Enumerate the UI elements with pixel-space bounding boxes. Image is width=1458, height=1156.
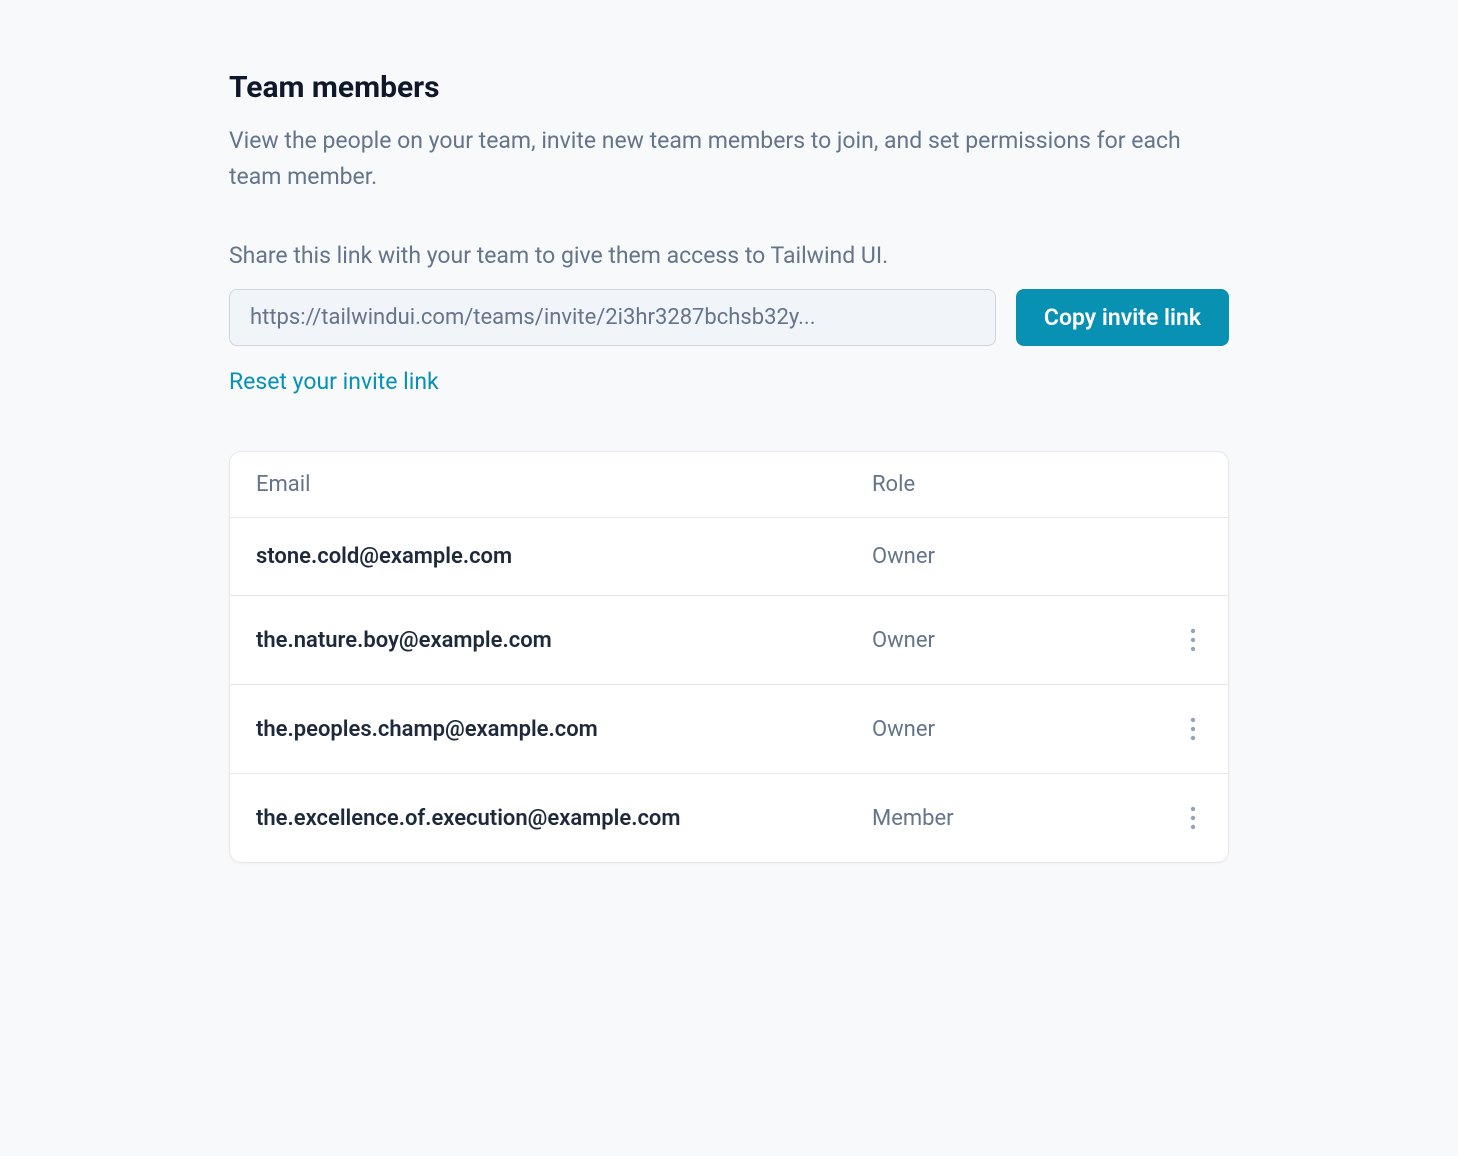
member-actions bbox=[1152, 622, 1202, 658]
invite-row: Copy invite link bbox=[229, 289, 1229, 346]
column-header-email: Email bbox=[256, 472, 872, 497]
row-actions-button[interactable] bbox=[1184, 711, 1202, 747]
page-title: Team members bbox=[229, 70, 1229, 105]
dots-vertical-icon bbox=[1190, 806, 1196, 830]
share-label: Share this link with your team to give t… bbox=[229, 242, 1229, 269]
column-header-role: Role bbox=[872, 472, 1152, 497]
member-email: stone.cold@example.com bbox=[256, 544, 872, 569]
table-row: stone.cold@example.comOwner bbox=[230, 518, 1228, 596]
member-role: Member bbox=[872, 806, 1152, 831]
table-row: the.peoples.champ@example.comOwner bbox=[230, 685, 1228, 774]
member-actions bbox=[1152, 800, 1202, 836]
dots-vertical-icon bbox=[1190, 628, 1196, 652]
row-actions-button[interactable] bbox=[1184, 800, 1202, 836]
copy-invite-link-button[interactable]: Copy invite link bbox=[1016, 289, 1229, 346]
table-row: the.nature.boy@example.comOwner bbox=[230, 596, 1228, 685]
member-role: Owner bbox=[872, 717, 1152, 742]
member-email: the.excellence.of.execution@example.com bbox=[256, 806, 872, 831]
member-actions bbox=[1152, 711, 1202, 747]
member-role: Owner bbox=[872, 628, 1152, 653]
reset-invite-link[interactable]: Reset your invite link bbox=[229, 368, 439, 395]
dots-vertical-icon bbox=[1190, 717, 1196, 741]
invite-link-input[interactable] bbox=[229, 289, 996, 346]
row-actions-button[interactable] bbox=[1184, 622, 1202, 658]
members-table: Email Role stone.cold@example.comOwnerth… bbox=[229, 451, 1229, 863]
table-header: Email Role bbox=[230, 452, 1228, 518]
member-role: Owner bbox=[872, 544, 1152, 569]
page-description: View the people on your team, invite new… bbox=[229, 123, 1229, 194]
member-email: the.nature.boy@example.com bbox=[256, 628, 872, 653]
member-email: the.peoples.champ@example.com bbox=[256, 717, 872, 742]
table-row: the.excellence.of.execution@example.comM… bbox=[230, 774, 1228, 862]
